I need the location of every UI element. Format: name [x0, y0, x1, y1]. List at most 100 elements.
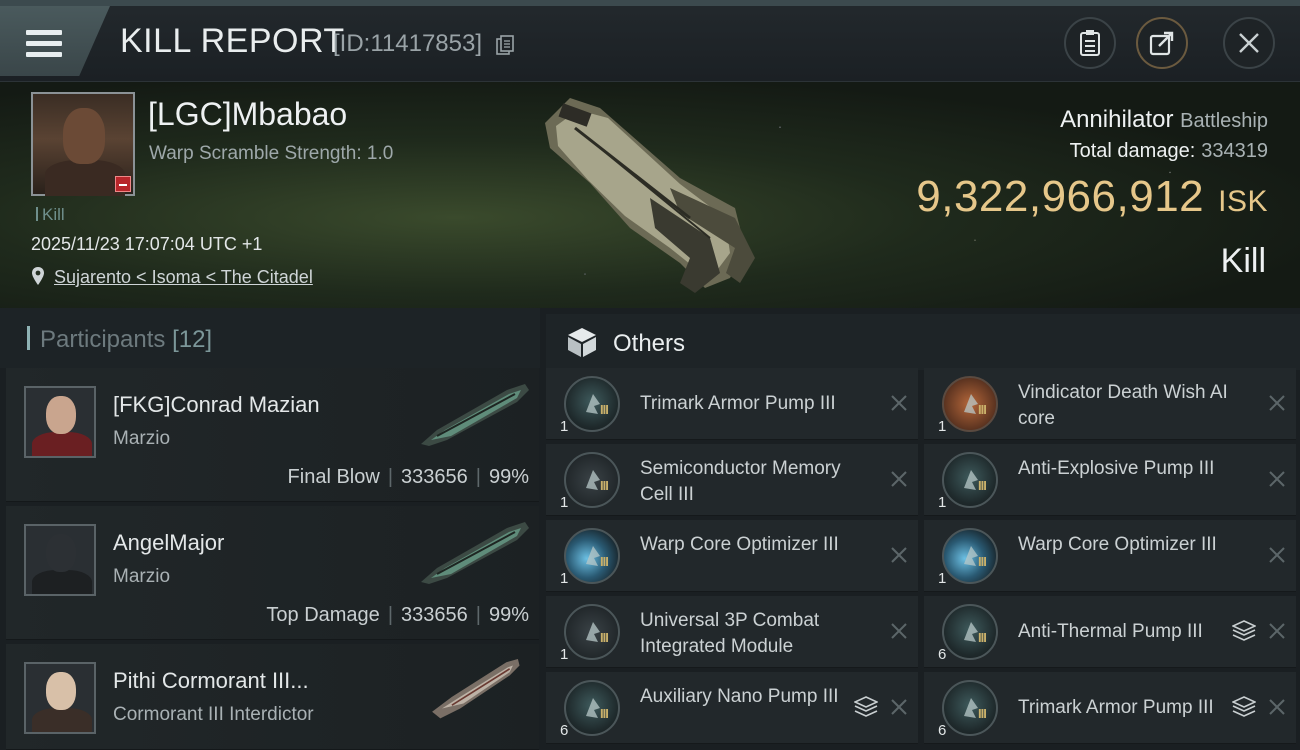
pump-icon [564, 680, 620, 736]
participant-corp: Marzio [113, 566, 171, 587]
copy-icon[interactable] [496, 35, 514, 55]
tier-badge: III [978, 706, 987, 721]
close-icon[interactable] [1268, 394, 1286, 412]
close-icon[interactable] [890, 546, 908, 564]
combat-module-icon [564, 604, 620, 660]
item-quantity: 6 [938, 722, 947, 739]
isk-value: 9,322,966,912 ISK [916, 172, 1268, 222]
isk-amount: 9,322,966,912 [916, 172, 1205, 221]
header-accent-line [0, 0, 1300, 6]
pump-icon [942, 680, 998, 736]
tier-badge: III [600, 554, 609, 569]
participants-count: [12] [172, 326, 213, 353]
item-quantity: 1 [938, 570, 947, 587]
victim-name[interactable]: [LGC]Mbabao [148, 96, 347, 133]
close-icon[interactable] [890, 622, 908, 640]
tier-badge: III [978, 478, 987, 493]
close-icon[interactable] [890, 394, 908, 412]
participant-card[interactable]: Pithi Cormorant III... Cormorant III Int… [6, 644, 539, 750]
item-quantity: 1 [938, 494, 947, 511]
clipboard-button[interactable] [1064, 17, 1116, 69]
item-name: Anti-Thermal Pump III [1018, 621, 1203, 642]
close-icon[interactable] [1268, 622, 1286, 640]
kill-location-link[interactable]: Sujarento < Isoma < The Citadel [54, 267, 313, 288]
loot-item[interactable]: III 6 Anti-Thermal Pump III [924, 596, 1296, 668]
participants-header: Participants [12] [0, 308, 540, 368]
participant-avatar [24, 662, 96, 734]
participant-role: Final Blow [287, 466, 380, 488]
close-icon[interactable] [1268, 546, 1286, 564]
loot-item[interactable]: III 1 Vindicator Death Wish AI core [924, 368, 1296, 440]
item-quantity: 1 [560, 646, 569, 663]
loot-item[interactable]: III 1 Anti-Explosive Pump III [924, 444, 1296, 516]
ship-class: Battleship [1180, 110, 1268, 132]
item-name: Warp Core Optimizer III [1018, 534, 1217, 555]
victim-portrait[interactable] [31, 92, 135, 196]
others-title: Others [613, 330, 686, 357]
tier-badge: III [978, 554, 987, 569]
pump-icon [564, 376, 620, 432]
participant-damage: 333656 [401, 466, 468, 488]
participant-percent: 99% [488, 604, 529, 626]
share-button[interactable] [1136, 17, 1188, 69]
participant-card[interactable]: AngelMajor Marzio Top Damage | 333656 | 99% [6, 506, 539, 640]
victim-ship-type: Annihilator Battleship [1060, 106, 1268, 134]
item-quantity: 1 [560, 570, 569, 587]
item-quantity: 1 [560, 494, 569, 511]
close-icon[interactable] [890, 470, 908, 488]
stack-icon[interactable] [854, 696, 878, 718]
kill-result: Kill [1220, 242, 1266, 280]
item-name: Anti-Explosive Pump III [1018, 458, 1215, 479]
loot-item[interactable]: III 1 Warp Core Optimizer III [546, 520, 918, 592]
kill-tag: Kill [36, 205, 65, 225]
tier-badge: III [600, 478, 609, 493]
total-damage: Total damage: 334319 [1070, 140, 1268, 163]
location-pin-icon [32, 267, 44, 285]
optimizer-icon [942, 528, 998, 584]
participant-stats: Top Damage | 333656 | 99% [266, 604, 529, 626]
participant-damage: 333656 [401, 604, 468, 626]
participant-role: Top Damage [266, 604, 380, 626]
victim-ship-image[interactable] [530, 88, 760, 298]
item-name: Trimark Armor Pump III [640, 393, 836, 414]
total-damage-value: 334319 [1201, 140, 1268, 162]
loot-item[interactable]: III 1 Universal 3P Combat Integrated Modul… [546, 596, 918, 668]
close-icon [1239, 33, 1259, 53]
loot-item[interactable]: III 6 Auxiliary Nano Pump III [546, 672, 918, 744]
participant-percent: 99% [488, 466, 529, 488]
participant-corp: Cormorant III Interdictor [113, 704, 314, 725]
menu-button[interactable] [0, 6, 110, 76]
participant-name: AngelMajor [113, 530, 225, 555]
header-bar: KILL REPORT [ID:11417853] [0, 0, 1300, 82]
close-icon[interactable] [1268, 698, 1286, 716]
item-quantity: 1 [938, 418, 947, 435]
page-title: KILL REPORT [120, 22, 345, 60]
loot-item[interactable]: III 1 Warp Core Optimizer III [924, 520, 1296, 592]
item-name: Trimark Armor Pump III [1018, 697, 1214, 718]
cube-icon [568, 328, 596, 357]
ship-name: Annihilator [1060, 106, 1174, 133]
close-button[interactable] [1223, 17, 1275, 69]
participant-ship-image [421, 522, 529, 584]
clipboard-icon [1080, 30, 1100, 56]
participant-ship-image [432, 658, 520, 719]
tier-badge: III [600, 630, 609, 645]
kill-datetime: 2025/11/23 17:07:04 UTC +1 [31, 234, 263, 254]
share-icon [1149, 31, 1174, 56]
item-name: Warp Core Optimizer III [640, 534, 839, 555]
participant-card[interactable]: [FKG]Conrad Mazian Marzio Final Blow | 333… [6, 368, 539, 502]
close-icon[interactable] [890, 698, 908, 716]
close-icon[interactable] [1268, 470, 1286, 488]
stack-icon[interactable] [1232, 620, 1256, 642]
tier-badge: III [978, 630, 987, 645]
report-id: [ID:11417853] [333, 30, 483, 57]
loot-item[interactable]: III 6 Trimark Armor Pump III [924, 672, 1296, 744]
stack-icon[interactable] [1232, 696, 1256, 718]
participant-corp: Marzio [113, 428, 171, 449]
ai-core-icon [942, 376, 998, 432]
loot-item[interactable]: III 1 Trimark Armor Pump III [546, 368, 918, 440]
loot-item[interactable]: III 1 Semiconductor Memory Cell III [546, 444, 918, 516]
optimizer-icon [564, 528, 620, 584]
participant-name: Pithi Cormorant III... [113, 668, 309, 693]
item-name: Auxiliary Nano Pump III [640, 686, 839, 707]
